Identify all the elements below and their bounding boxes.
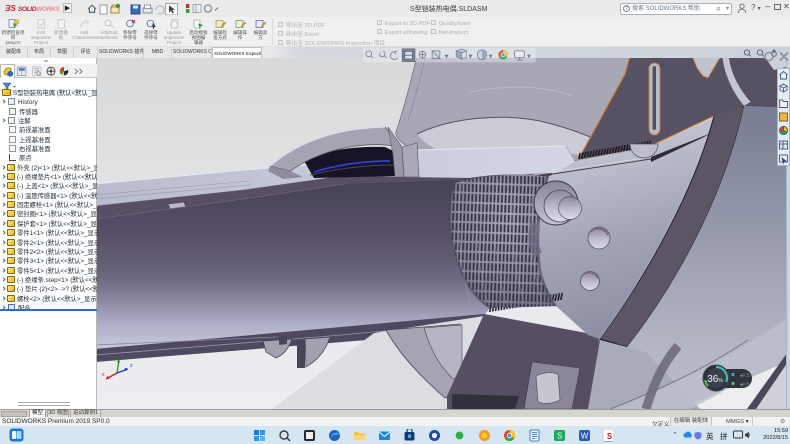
svg-text:y: y <box>121 354 124 360</box>
svg-text:▾: ▾ <box>469 52 473 61</box>
svg-text:S: S <box>607 432 613 441</box>
svg-text:●KB: ●KB <box>740 373 750 379</box>
svg-text:S: S <box>557 432 562 441</box>
svg-text:●KB: ●KB <box>740 382 750 388</box>
svg-text:W: W <box>581 432 589 441</box>
svg-text:▾: ▾ <box>489 52 493 61</box>
svg-text:▾: ▾ <box>445 52 449 61</box>
svg-text:z: z <box>130 363 133 369</box>
svg-text:▾: ▾ <box>527 52 531 61</box>
svg-text:x: x <box>102 372 105 378</box>
